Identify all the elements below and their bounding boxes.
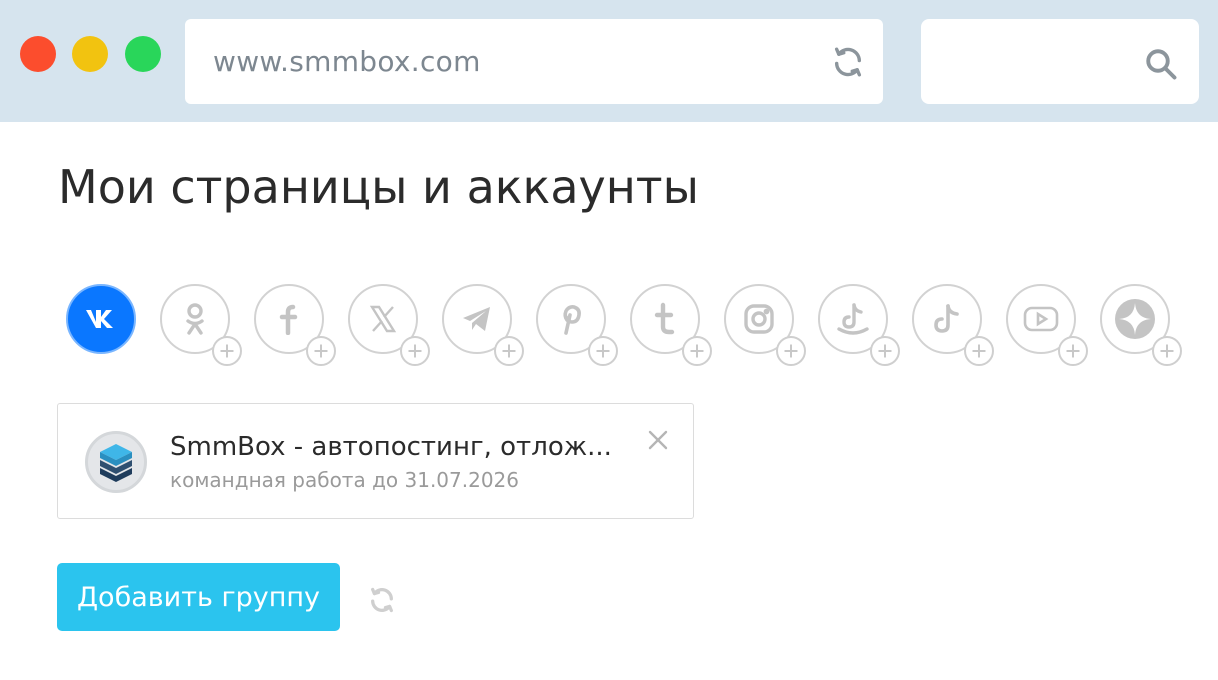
search-icon[interactable] [1143,46,1179,82]
add-network-icon [870,336,900,366]
telegram-icon [463,307,490,331]
group-card[interactable]: SmmBox - автопостинг, отлож... командная… [57,403,694,519]
x-icon [369,305,397,333]
network-pinterest[interactable] [536,284,618,366]
smmbox-logo-icon [100,444,132,482]
add-network-icon [964,336,994,366]
youtube-icon [1023,306,1059,332]
network-vk[interactable] [66,284,136,354]
add-network-icon [1152,336,1182,366]
add-network-icon [776,336,806,366]
vk-icon [86,310,113,328]
social-network-list [66,284,1206,366]
network-dzen[interactable] [1100,284,1182,366]
add-network-icon [682,336,712,366]
facebook-icon [279,304,298,335]
reload-icon[interactable] [831,45,865,79]
add-group-button[interactable]: Добавить группу [57,563,340,631]
group-name: SmmBox - автопостинг, отлож... [170,432,612,462]
network-tiktok-2[interactable] [912,284,994,366]
tiktok-icon [934,304,959,333]
network-odnoklassniki[interactable] [160,284,242,366]
pinterest-icon [563,305,581,335]
network-telegram[interactable] [442,284,524,366]
add-network-icon [212,336,242,366]
window-close-button[interactable] [20,36,56,72]
add-network-icon [306,336,336,366]
url-text: www.smmbox.com [213,45,481,78]
tumblr-icon [654,302,675,335]
network-tiktok-1[interactable] [818,284,900,366]
search-box[interactable] [921,19,1199,104]
browser-toolbar: www.smmbox.com [0,0,1218,122]
window-minimize-button[interactable] [72,36,108,72]
close-icon[interactable] [647,429,669,451]
add-network-icon [1058,336,1088,366]
tiktok-icon [837,303,869,335]
add-network-icon [494,336,524,366]
address-bar[interactable]: www.smmbox.com [185,19,883,104]
network-tumblr[interactable] [630,284,712,366]
network-instagram[interactable] [724,284,806,366]
window-maximize-button[interactable] [125,36,161,72]
network-x[interactable] [348,284,430,366]
odnoklassniki-icon [186,303,204,335]
dzen-icon [1115,299,1155,339]
network-youtube[interactable] [1006,284,1088,366]
instagram-icon [744,304,774,334]
network-facebook[interactable] [254,284,336,366]
add-network-icon [400,336,430,366]
group-avatar [85,431,147,493]
group-subscription: командная работа до 31.07.2026 [170,468,520,492]
page-title: Мои страницы и аккаунты [58,160,699,214]
add-network-icon [588,336,618,366]
refresh-icon[interactable] [368,586,396,614]
